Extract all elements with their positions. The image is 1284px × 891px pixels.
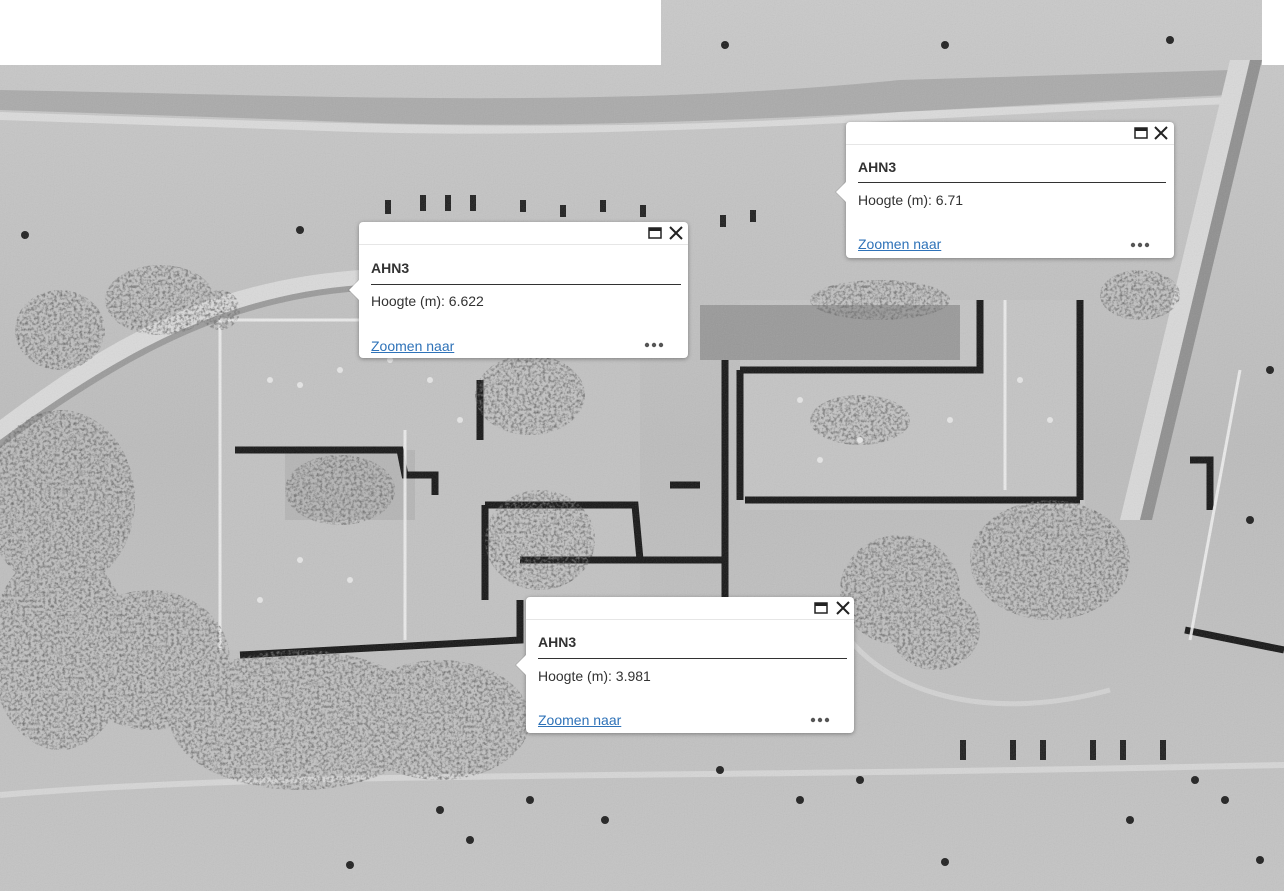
zoom-to-link[interactable]: Zoomen naar [858,236,941,252]
more-options-icon[interactable] [643,338,665,352]
popup-divider [538,658,847,659]
popup-header [526,597,854,620]
popup-field-hoogte: Hoogte (m): 3.981 [538,668,651,684]
popup-divider [371,284,681,285]
popup-ahn3-1: AHN3 Hoogte (m): 6.71 Zoomen naar [836,122,1174,258]
more-options-icon[interactable] [1129,238,1151,252]
popup-title: AHN3 [371,260,410,276]
dock-window-icon[interactable] [648,226,662,240]
zoom-to-link[interactable]: Zoomen naar [371,338,454,354]
dock-window-icon[interactable] [814,601,828,615]
close-icon[interactable] [834,599,852,617]
dock-window-icon[interactable] [1134,126,1148,140]
popup-header [846,122,1174,145]
popup-pointer [516,655,526,675]
popup-divider [858,182,1166,183]
popup-title: AHN3 [538,634,577,650]
close-icon[interactable] [667,224,685,242]
popup-ahn3-2: AHN3 Hoogte (m): 6.622 Zoomen naar [349,222,688,358]
popup-pointer [836,182,846,202]
popup-field-hoogte: Hoogte (m): 6.71 [858,192,964,208]
popup-ahn3-3: AHN3 Hoogte (m): 3.981 Zoomen naar [516,597,854,733]
popup-pointer [349,280,359,300]
zoom-to-link[interactable]: Zoomen naar [538,712,621,728]
close-icon[interactable] [1152,124,1170,142]
popup-header [359,222,688,245]
popup-title: AHN3 [858,159,897,175]
more-options-icon[interactable] [809,713,831,727]
map-blank-area [0,0,661,65]
popup-field-hoogte: Hoogte (m): 6.622 [371,293,484,309]
map-blank-area-right [1262,0,1284,65]
